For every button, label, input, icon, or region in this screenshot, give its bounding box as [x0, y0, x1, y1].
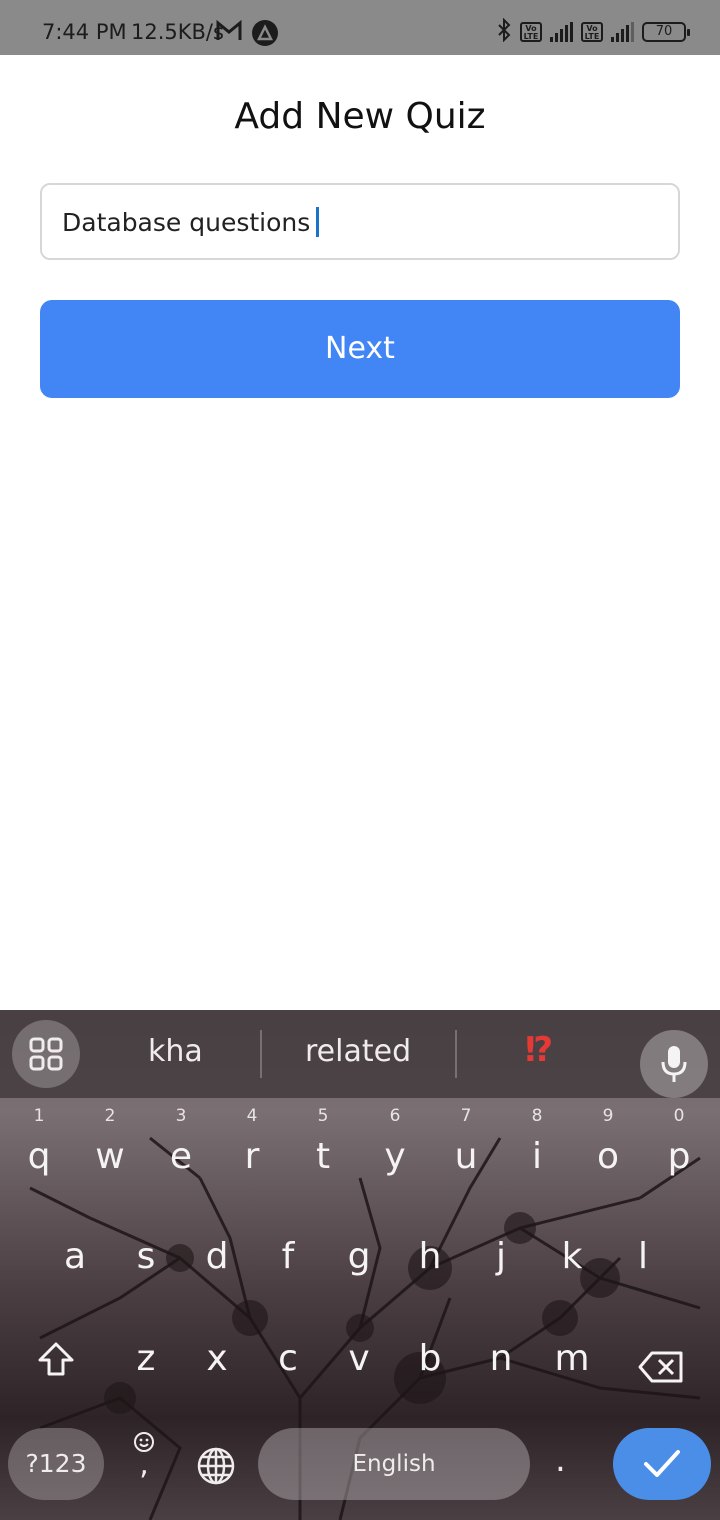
network-speed: 12.5KB/s [131, 20, 224, 44]
key-hint: 5 [317, 1106, 329, 1126]
battery-icon: 70 [642, 22, 690, 42]
key-u[interactable]: 7u [436, 1106, 496, 1177]
key-hint: 7 [460, 1106, 472, 1126]
status-icons: Vo LTE Vo LTE 70 [496, 17, 690, 46]
checkmark-icon [644, 1450, 680, 1477]
key-hint: 3 [175, 1106, 187, 1126]
key-f[interactable]: f [258, 1236, 318, 1277]
emoji-comma-key[interactable]: , [132, 1430, 156, 1482]
key-o[interactable]: 9o [578, 1106, 638, 1177]
key-p[interactable]: 0p [649, 1106, 709, 1177]
key-label: y [384, 1136, 406, 1177]
key-w[interactable]: 2w [80, 1106, 140, 1177]
key-hint: 0 [673, 1106, 685, 1126]
key-label: w [95, 1136, 125, 1177]
grid-icon [29, 1037, 63, 1071]
key-hint: 1 [33, 1106, 45, 1126]
bluetooth-icon [496, 17, 512, 46]
language-key[interactable] [196, 1446, 236, 1490]
key-q[interactable]: 1q [9, 1106, 69, 1177]
key-s[interactable]: s [116, 1236, 176, 1277]
key-d[interactable]: d [187, 1236, 247, 1277]
key-t[interactable]: 5t [293, 1106, 353, 1177]
key-k[interactable]: k [542, 1236, 602, 1277]
key-label: i [531, 1136, 542, 1177]
key-n[interactable]: n [471, 1338, 531, 1379]
key-m[interactable]: m [542, 1338, 602, 1379]
key-label: o [596, 1136, 620, 1177]
key-z[interactable]: z [116, 1338, 176, 1379]
key-label: u [454, 1136, 478, 1177]
key-r[interactable]: 4r [222, 1106, 282, 1177]
volte-icon: Vo LTE [520, 22, 542, 42]
microphone-icon [661, 1046, 687, 1082]
key-hint: 8 [531, 1106, 543, 1126]
soft-keyboard: kha related ⁉ 1q 2w 3e 4r 5t 6y 7u 8i 9o… [0, 1010, 720, 1520]
app-notification-icon [252, 20, 278, 46]
suggestion-bar: kha related ⁉ [0, 1010, 720, 1098]
key-a[interactable]: a [45, 1236, 105, 1277]
voice-input-button[interactable] [640, 1030, 708, 1098]
key-l[interactable]: l [613, 1236, 673, 1277]
status-bar: 7:44 PM 12.5KB/s Vo LTE Vo LTE 70 [0, 0, 720, 55]
key-g[interactable]: g [329, 1236, 389, 1277]
space-key[interactable]: English [258, 1428, 530, 1500]
key-label: r [244, 1136, 260, 1177]
suggestion-divider [260, 1030, 262, 1078]
next-button[interactable]: Next [40, 300, 680, 398]
key-label: e [169, 1136, 193, 1177]
page-title: Add New Quiz [234, 96, 486, 137]
suggestion-1[interactable]: kha [148, 1034, 203, 1069]
key-i[interactable]: 8i [507, 1106, 567, 1177]
key-hint: 2 [104, 1106, 116, 1126]
backspace-icon [638, 1351, 683, 1383]
enter-key[interactable] [613, 1428, 711, 1500]
signal-4g-icon [550, 22, 573, 42]
key-hint: 6 [389, 1106, 401, 1126]
keyboard-menu-button[interactable] [12, 1020, 80, 1088]
signal-icon [611, 22, 634, 42]
key-e[interactable]: 3e [151, 1106, 211, 1177]
input-text: Database questions [62, 208, 311, 237]
quiz-name-value: Database questions [62, 207, 320, 237]
volte-icon-2: Vo LTE [581, 22, 603, 42]
gmail-icon [216, 19, 242, 46]
key-v[interactable]: v [329, 1338, 389, 1379]
key-label: t [315, 1136, 331, 1177]
comma-label: , [139, 1447, 149, 1482]
key-label: q [27, 1136, 51, 1177]
key-c[interactable]: c [258, 1338, 318, 1379]
globe-icon [197, 1447, 235, 1485]
key-j[interactable]: j [471, 1236, 531, 1277]
shift-key[interactable] [36, 1340, 76, 1384]
text-caret [316, 207, 320, 237]
key-x[interactable]: x [187, 1338, 247, 1379]
key-b[interactable]: b [400, 1338, 460, 1379]
shift-icon [38, 1342, 74, 1376]
key-h[interactable]: h [400, 1236, 460, 1277]
status-time: 7:44 PM [42, 20, 127, 44]
symbols-key[interactable]: ?123 [8, 1428, 104, 1500]
suggestion-3[interactable]: ⁉ [525, 1030, 553, 1070]
key-y[interactable]: 6y [365, 1106, 425, 1177]
key-label: p [667, 1136, 691, 1177]
key-hint: 4 [246, 1106, 258, 1126]
suggestion-divider [455, 1030, 457, 1078]
key-hint: 9 [602, 1106, 614, 1126]
suggestion-2[interactable]: related [305, 1034, 411, 1069]
backspace-key[interactable] [638, 1350, 684, 1388]
period-key[interactable]: . [555, 1440, 566, 1480]
quiz-name-input[interactable]: Database questions [40, 183, 680, 260]
